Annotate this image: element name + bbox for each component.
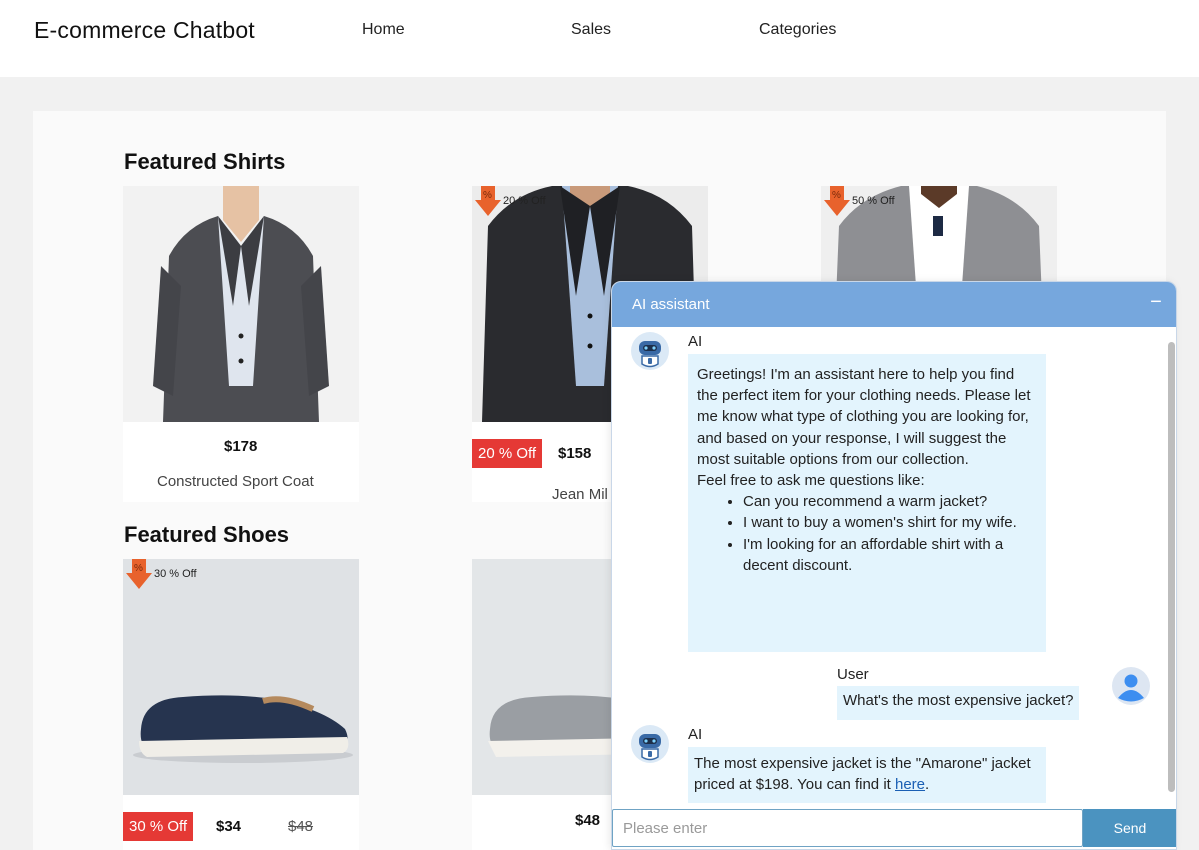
discount-tag: 30 % Off: [123, 812, 194, 841]
svg-text:%: %: [483, 190, 492, 201]
discount-arrow-icon: %: [475, 186, 501, 216]
product-price: $178: [224, 438, 258, 455]
chat-widget: AI assistant − AI Greetings! I'm an assi…: [611, 281, 1177, 850]
top-navbar: E-commerce Chatbot Home Sales Categories: [0, 0, 1199, 77]
robot-avatar-icon: [631, 332, 669, 370]
discount-ribbon: % 50 % Off: [824, 186, 895, 216]
user-message-bubble: What's the most expensive jacket?: [837, 686, 1080, 720]
chat-messages[interactable]: AI Greetings! I'm an assistant here to h…: [612, 327, 1176, 807]
robot-avatar-icon: [631, 725, 669, 763]
message-sender: AI: [688, 333, 703, 350]
discount-ribbon: % 30 % Off: [126, 559, 197, 589]
example-item: I'm looking for an affordable shirt with…: [743, 534, 1037, 576]
message-text: .: [925, 776, 930, 794]
example-item: Can you recommend a warm jacket?: [743, 491, 1037, 512]
chat-title: AI assistant: [632, 296, 710, 313]
chat-input[interactable]: [612, 809, 1083, 847]
product-card[interactable]: $178 Constructed Sport Coat: [123, 186, 359, 502]
nav-categories-link[interactable]: Categories: [759, 21, 836, 39]
ai-message-bubble: The most expensive jacket is the "Amaron…: [688, 747, 1046, 803]
minimize-icon[interactable]: −: [1144, 291, 1168, 315]
product-price: $48: [575, 812, 601, 829]
ribbon-text: 30 % Off: [154, 568, 197, 580]
featured-shoes-title: Featured Shoes: [124, 522, 290, 547]
example-list: Can you recommend a warm jacket? I want …: [743, 491, 1037, 576]
product-name[interactable]: Jean Mil: [552, 486, 608, 503]
product-card[interactable]: % 30 % Off 30 % Off $34 $48: [123, 559, 359, 850]
nav-home-link[interactable]: Home: [362, 21, 405, 39]
product-price: $158: [558, 445, 592, 462]
send-button[interactable]: Send: [1083, 809, 1176, 847]
product-name[interactable]: Constructed Sport Coat: [157, 473, 314, 490]
message-sender: AI: [688, 726, 703, 743]
message-text: Greetings! I'm an assistant here to help…: [697, 366, 1031, 468]
chat-scrollbar[interactable]: [1168, 342, 1175, 792]
discount-ribbon: % 20 % Off: [475, 186, 546, 216]
ai-message-bubble: Greetings! I'm an assistant here to help…: [688, 354, 1046, 652]
brand-title[interactable]: E-commerce Chatbot: [34, 17, 255, 44]
message-text: Feel free to ask me questions like:: [697, 472, 925, 490]
discount-tag: 20 % Off: [472, 439, 543, 468]
featured-shirts-title: Featured Shirts: [124, 149, 286, 174]
message-text: The most expensive jacket is the "Amaron…: [694, 755, 1031, 794]
example-item: I want to buy a women's shirt for my wif…: [743, 512, 1037, 533]
svg-text:%: %: [134, 563, 143, 574]
user-avatar-icon: [1112, 667, 1150, 705]
product-image[interactable]: [123, 559, 359, 795]
chat-header: AI assistant −: [612, 282, 1176, 327]
ribbon-text: 20 % Off: [503, 195, 546, 207]
discount-arrow-icon: %: [824, 186, 850, 216]
ribbon-text: 50 % Off: [852, 195, 895, 207]
product-link[interactable]: here: [895, 776, 925, 793]
original-price: $48: [288, 818, 314, 835]
message-sender: User: [837, 666, 869, 683]
product-image[interactable]: [123, 186, 359, 422]
discount-arrow-icon: %: [126, 559, 152, 589]
svg-text:%: %: [832, 190, 841, 201]
nav-sales-link[interactable]: Sales: [571, 21, 611, 39]
product-price: $34: [216, 818, 242, 835]
